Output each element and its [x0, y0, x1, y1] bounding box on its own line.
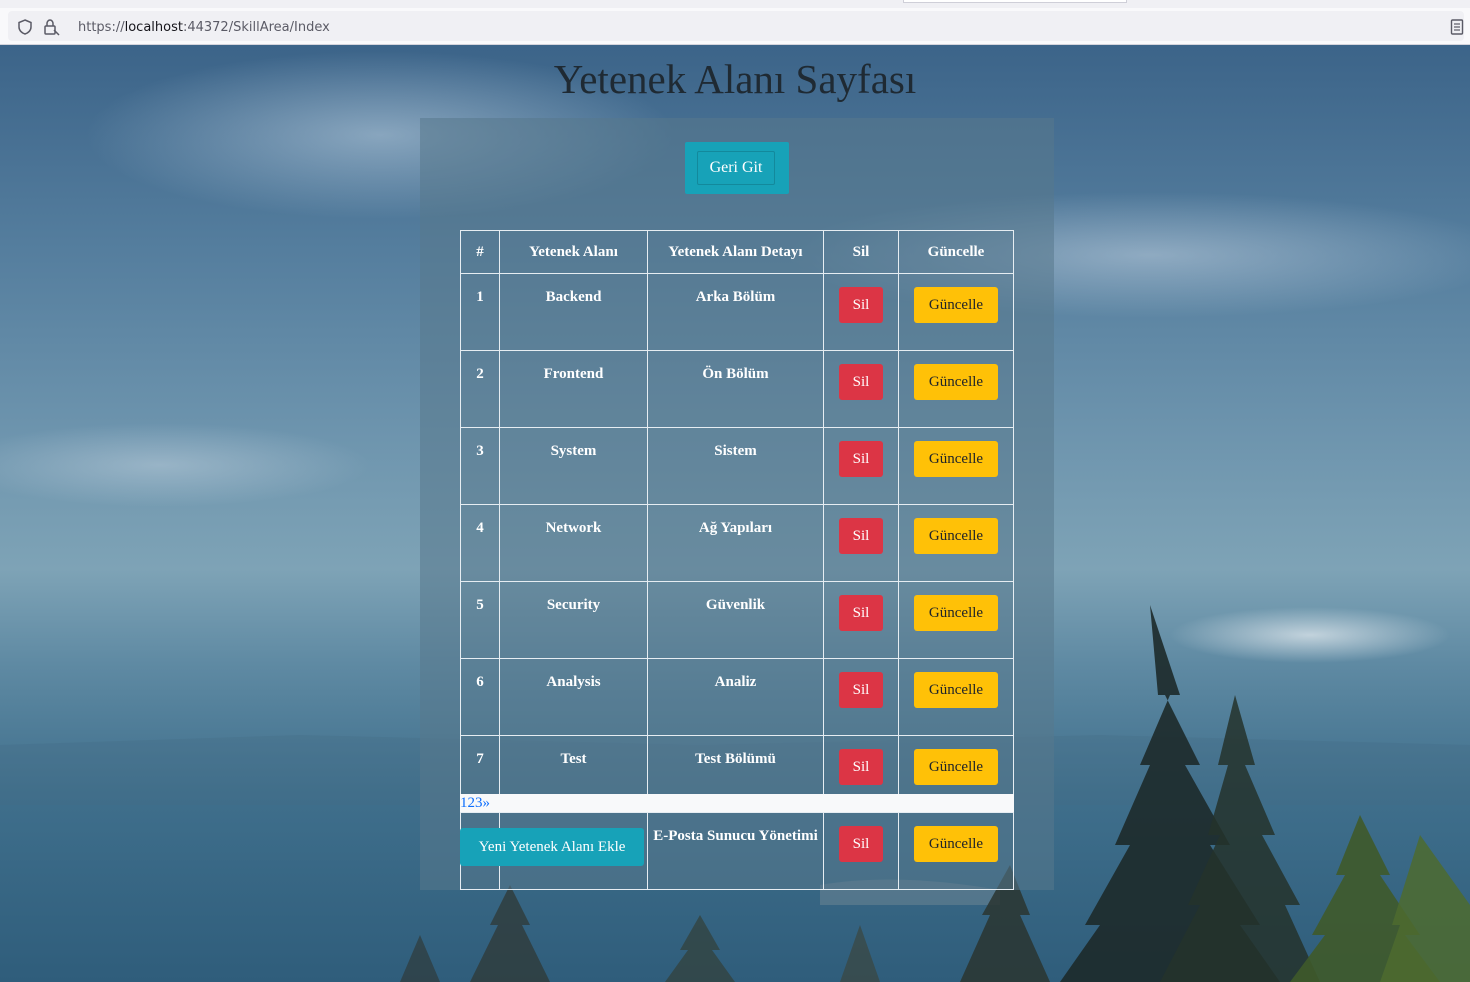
row-update-cell: Güncelle — [898, 427, 1014, 505]
row-update-cell: Güncelle — [898, 658, 1014, 736]
back-button[interactable]: Geri Git — [697, 151, 775, 185]
back-button-container[interactable]: Geri Git — [685, 142, 789, 194]
page-link-2[interactable]: 2 — [468, 795, 476, 811]
row-delete-cell: Sil — [823, 273, 899, 351]
tab-strip — [0, 0, 1470, 8]
delete-button[interactable]: Sil — [839, 749, 883, 785]
row-delete-cell: Sil — [823, 504, 899, 582]
delete-button[interactable]: Sil — [839, 518, 883, 554]
update-button[interactable]: Güncelle — [914, 749, 998, 785]
page-title: Yetenek Alanı Sayfası — [553, 56, 917, 102]
delete-button[interactable]: Sil — [839, 441, 883, 477]
row-skill-area: Backend — [499, 273, 648, 351]
page-link-1[interactable]: 1 — [460, 795, 468, 811]
browser-tab[interactable] — [903, 0, 1127, 3]
row-skill-detail: E-Posta Sunucu Yönetimi — [647, 812, 824, 890]
row-skill-area: Frontend — [499, 350, 648, 428]
row-index: 5 — [460, 581, 500, 659]
delete-button[interactable]: Sil — [839, 826, 883, 862]
row-skill-detail: Ön Bölüm — [647, 350, 824, 428]
table-header-row: # Yetenek Alanı Yetenek Alanı Detayı Sil… — [460, 230, 1014, 274]
update-button[interactable]: Güncelle — [914, 672, 998, 708]
row-index: 3 — [460, 427, 500, 505]
row-skill-detail: Arka Bölüm — [647, 273, 824, 351]
header-index: # — [460, 230, 500, 274]
update-button[interactable]: Güncelle — [914, 826, 998, 862]
reader-view-icon[interactable] — [1450, 18, 1464, 36]
row-skill-area: Analysis — [499, 658, 648, 736]
header-delete: Sil — [823, 230, 899, 274]
row-delete-cell: Sil — [823, 581, 899, 659]
header-skill-detail: Yetenek Alanı Detayı — [647, 230, 824, 274]
row-delete-cell: Sil — [823, 427, 899, 505]
header-update: Güncelle — [898, 230, 1014, 274]
url-bar[interactable]: https://localhost:44372/SkillArea/Index — [8, 11, 1464, 41]
row-skill-detail: Ağ Yapıları — [647, 504, 824, 582]
delete-button[interactable]: Sil — [839, 672, 883, 708]
table-row: 6 Analysis Analiz Sil Güncelle — [460, 658, 1014, 736]
row-skill-detail: Sistem — [647, 427, 824, 505]
update-button[interactable]: Güncelle — [914, 595, 998, 631]
delete-button[interactable]: Sil — [839, 595, 883, 631]
row-index: 6 — [460, 658, 500, 736]
page-link-3[interactable]: 3 — [475, 795, 483, 811]
header-skill-area: Yetenek Alanı — [499, 230, 648, 274]
shield-icon[interactable] — [16, 18, 34, 36]
row-skill-area: Network — [499, 504, 648, 582]
row-update-cell: Güncelle — [898, 350, 1014, 428]
delete-button[interactable]: Sil — [839, 364, 883, 400]
browser-toolbar: https://localhost:44372/SkillArea/Index — [0, 8, 1470, 45]
url-scheme: https:// — [78, 20, 125, 35]
row-index: 4 — [460, 504, 500, 582]
table-row: 5 Security Güvenlik Sil Güncelle — [460, 581, 1014, 659]
page-body: Yetenek Alanı Sayfası Geri Git # Yetenek… — [0, 45, 1470, 982]
url-text[interactable]: https://localhost:44372/SkillArea/Index — [78, 20, 330, 35]
row-index: 1 — [460, 273, 500, 351]
row-skill-area: System — [499, 427, 648, 505]
add-skill-area-button[interactable]: Yeni Yetenek Alanı Ekle — [460, 828, 644, 866]
update-button[interactable]: Güncelle — [914, 441, 998, 477]
row-delete-cell: Sil — [823, 350, 899, 428]
row-skill-detail: Güvenlik — [647, 581, 824, 659]
row-delete-cell: Sil — [823, 658, 899, 736]
url-path: :44372/SkillArea/Index — [182, 20, 330, 35]
pagination: 123» — [460, 794, 1014, 812]
update-button[interactable]: Güncelle — [914, 287, 998, 323]
row-index: 2 — [460, 350, 500, 428]
skill-area-table: # Yetenek Alanı Yetenek Alanı Detayı Sil… — [460, 230, 1014, 890]
url-host: localhost — [124, 20, 183, 35]
table-row: 4 Network Ağ Yapıları Sil Güncelle — [460, 504, 1014, 582]
table-row: 1 Backend Arka Bölüm Sil Güncelle — [460, 273, 1014, 351]
next-page-link[interactable]: » — [483, 795, 491, 811]
table-row: 2 Frontend Ön Bölüm Sil Güncelle — [460, 350, 1014, 428]
row-skill-detail: Analiz — [647, 658, 824, 736]
row-update-cell: Güncelle — [898, 581, 1014, 659]
row-update-cell: Güncelle — [898, 504, 1014, 582]
content-panel: Geri Git # Yetenek Alanı Yetenek Alanı D… — [420, 118, 1054, 890]
row-delete-cell: Sil — [823, 812, 899, 890]
update-button[interactable]: Güncelle — [914, 518, 998, 554]
delete-button[interactable]: Sil — [839, 287, 883, 323]
row-update-cell: Güncelle — [898, 812, 1014, 890]
lock-icon[interactable] — [42, 18, 60, 36]
row-skill-area: Security — [499, 581, 648, 659]
table-row: 3 System Sistem Sil Güncelle — [460, 427, 1014, 505]
update-button[interactable]: Güncelle — [914, 364, 998, 400]
row-update-cell: Güncelle — [898, 273, 1014, 351]
